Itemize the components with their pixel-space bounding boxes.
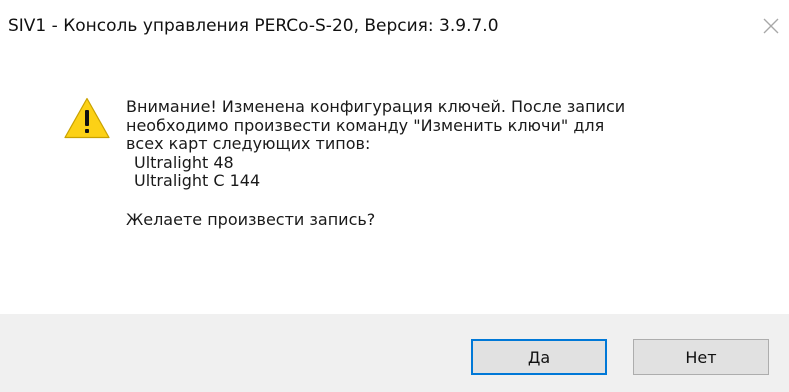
message-line: всех карт следующих типов: <box>126 134 371 153</box>
card-type-item: Ultralight C 144 <box>134 171 261 190</box>
message-text: Внимание! Изменена конфигурация ключей. … <box>126 97 766 229</box>
card-type-item: Ultralight 48 <box>134 152 234 172</box>
dialog-content: Внимание! Изменена конфигурация ключей. … <box>0 58 789 314</box>
close-icon[interactable] <box>757 12 785 40</box>
message-line: Внимание! Изменена конфигурация ключей. … <box>126 97 626 116</box>
confirm-question: Желаете произвести запись? <box>126 209 376 229</box>
window-title: SIV1 - Консоль управления PERCo-S-20, Ве… <box>8 16 499 36</box>
button-bar: Да Нет <box>0 314 789 392</box>
message-spacer <box>126 191 766 211</box>
no-button[interactable]: Нет <box>633 339 769 375</box>
message-dialog: SIV1 - Консоль управления PERCo-S-20, Ве… <box>0 0 789 392</box>
title-bar[interactable]: SIV1 - Консоль управления PERCo-S-20, Ве… <box>0 0 789 58</box>
yes-button[interactable]: Да <box>471 339 607 375</box>
message-line: необходимо произвести команду "Изменить … <box>126 115 605 135</box>
warning-icon <box>64 97 110 139</box>
